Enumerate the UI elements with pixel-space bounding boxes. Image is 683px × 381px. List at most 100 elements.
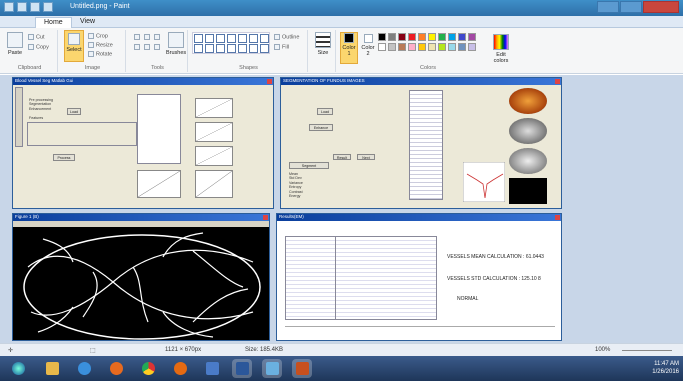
- cut-button[interactable]: Cut: [28, 34, 45, 40]
- size-button[interactable]: Size: [313, 32, 333, 56]
- hexagon-shape-icon[interactable]: [227, 44, 236, 53]
- callout-shape-icon[interactable]: [260, 44, 269, 53]
- paste-button[interactable]: Paste: [5, 32, 25, 56]
- zoom-slider[interactable]: [622, 350, 672, 351]
- color2-button[interactable]: Color 2: [360, 34, 376, 57]
- palette-swatch[interactable]: [388, 43, 396, 51]
- gui-screenshot-1: Blood Vessel Seg Matlab Gui Pre processi…: [12, 77, 274, 209]
- palette-swatch[interactable]: [428, 33, 436, 41]
- palette-swatch[interactable]: [468, 33, 476, 41]
- save-icon[interactable]: [17, 2, 27, 12]
- pentagon-shape-icon[interactable]: [216, 44, 225, 53]
- palette-swatch[interactable]: [448, 33, 456, 41]
- clock-time[interactable]: 11:47 AM: [652, 360, 679, 368]
- oval-shape-icon[interactable]: [216, 34, 225, 43]
- image-placeholder: [195, 98, 233, 118]
- figure-window: Figure 1 (B): [12, 213, 270, 341]
- palette-swatch[interactable]: [448, 43, 456, 51]
- crop-button[interactable]: Crop: [88, 33, 108, 39]
- color1-button[interactable]: Color 1: [340, 32, 358, 64]
- paint-taskbar-icon[interactable]: [262, 359, 282, 378]
- explorer-taskbar-icon[interactable]: [42, 359, 62, 378]
- palette-swatch[interactable]: [438, 33, 446, 41]
- firefox-icon: [109, 362, 123, 375]
- palette-swatch[interactable]: [378, 43, 386, 51]
- fill-tool[interactable]: [144, 34, 152, 40]
- results-list-2: [335, 236, 437, 320]
- edit-colors-button[interactable]: Edit colors: [490, 34, 512, 64]
- profile-plot: [463, 162, 505, 202]
- palette-swatch[interactable]: [468, 43, 476, 51]
- palette-swatch[interactable]: [398, 33, 406, 41]
- text-tool[interactable]: [154, 34, 162, 40]
- palette-swatch[interactable]: [378, 33, 386, 41]
- outline-button[interactable]: Outline: [274, 34, 299, 40]
- listbox: [137, 94, 181, 164]
- curve-shape-icon[interactable]: [205, 34, 214, 43]
- ie-taskbar-icon[interactable]: [74, 359, 94, 378]
- shapes-gallery[interactable]: [192, 32, 270, 54]
- palette-swatch[interactable]: [408, 33, 416, 41]
- pencil-tool[interactable]: [134, 34, 142, 40]
- triangle-shape-icon[interactable]: [260, 34, 269, 43]
- palette-swatch[interactable]: [428, 43, 436, 51]
- media-taskbar-icon[interactable]: [170, 359, 190, 378]
- fundus-image: [509, 88, 547, 114]
- options-frame: [27, 122, 137, 146]
- eraser-tool[interactable]: [134, 44, 142, 50]
- close-button[interactable]: [643, 1, 679, 13]
- magnifier-tool[interactable]: [154, 44, 162, 50]
- palette-swatch[interactable]: [438, 43, 446, 51]
- firefox-taskbar-icon[interactable]: [106, 359, 126, 378]
- minimize-button[interactable]: [597, 1, 619, 13]
- word-icon: [235, 362, 249, 375]
- copy-button[interactable]: Copy: [28, 44, 49, 50]
- quick-access-toolbar: [4, 2, 53, 12]
- palette-swatch[interactable]: [418, 43, 426, 51]
- chrome-icon: [141, 362, 155, 375]
- canvas-area[interactable]: Blood Vessel Seg Matlab Gui Pre processi…: [0, 75, 683, 343]
- undo-icon[interactable]: [30, 2, 40, 12]
- polygon-shape-icon[interactable]: [249, 34, 258, 43]
- tools-group: Brushes Tools: [128, 30, 188, 72]
- select-button[interactable]: Select: [64, 30, 84, 62]
- palette-swatch[interactable]: [458, 43, 466, 51]
- line-shape-icon[interactable]: [194, 34, 203, 43]
- maximize-button[interactable]: [620, 1, 642, 13]
- rotate-icon: [88, 51, 94, 57]
- ribbon-tabs: Home View: [0, 16, 683, 28]
- clock-date[interactable]: 1/26/2016: [652, 368, 679, 376]
- word-taskbar-icon[interactable]: [232, 359, 252, 378]
- diamond-shape-icon[interactable]: [205, 44, 214, 53]
- brushes-button[interactable]: Brushes: [166, 32, 186, 56]
- selection-icon: ⬚: [90, 348, 96, 354]
- matlab-taskbar-icon[interactable]: [292, 359, 312, 378]
- start-button[interactable]: [6, 359, 30, 378]
- color-picker-icon: [144, 44, 150, 50]
- redo-icon[interactable]: [43, 2, 53, 12]
- select-icon: [68, 33, 80, 45]
- file-size-readout: Size: 185.4KB: [245, 347, 284, 353]
- palette-swatch[interactable]: [398, 43, 406, 51]
- right-triangle-shape-icon[interactable]: [194, 44, 203, 53]
- rectangle-shape-icon[interactable]: [227, 34, 236, 43]
- fill-button[interactable]: Fill: [274, 44, 289, 50]
- results-window: Results(EM) VESSELS MEAN CALCULATION : 6…: [276, 213, 562, 341]
- rotate-button[interactable]: Rotate: [88, 51, 112, 57]
- picker-tool[interactable]: [144, 44, 152, 50]
- palette-swatch[interactable]: [388, 33, 396, 41]
- app-taskbar-icon[interactable]: [202, 359, 222, 378]
- star-shape-icon[interactable]: [249, 44, 258, 53]
- resize-button[interactable]: Resize: [88, 42, 113, 48]
- arrow-shape-icon[interactable]: [238, 44, 247, 53]
- palette-swatch[interactable]: [408, 43, 416, 51]
- palette-swatch[interactable]: [458, 33, 466, 41]
- tab-view[interactable]: View: [72, 17, 103, 28]
- palette-swatch[interactable]: [418, 33, 426, 41]
- chrome-taskbar-icon[interactable]: [138, 359, 158, 378]
- paint-menu-icon[interactable]: [4, 2, 14, 12]
- tab-home[interactable]: Home: [35, 17, 72, 28]
- ribbon: Paste Cut Copy Clipboard Select Crop Res…: [0, 28, 683, 74]
- rainbow-icon: [493, 34, 509, 50]
- rounded-rect-shape-icon[interactable]: [238, 34, 247, 43]
